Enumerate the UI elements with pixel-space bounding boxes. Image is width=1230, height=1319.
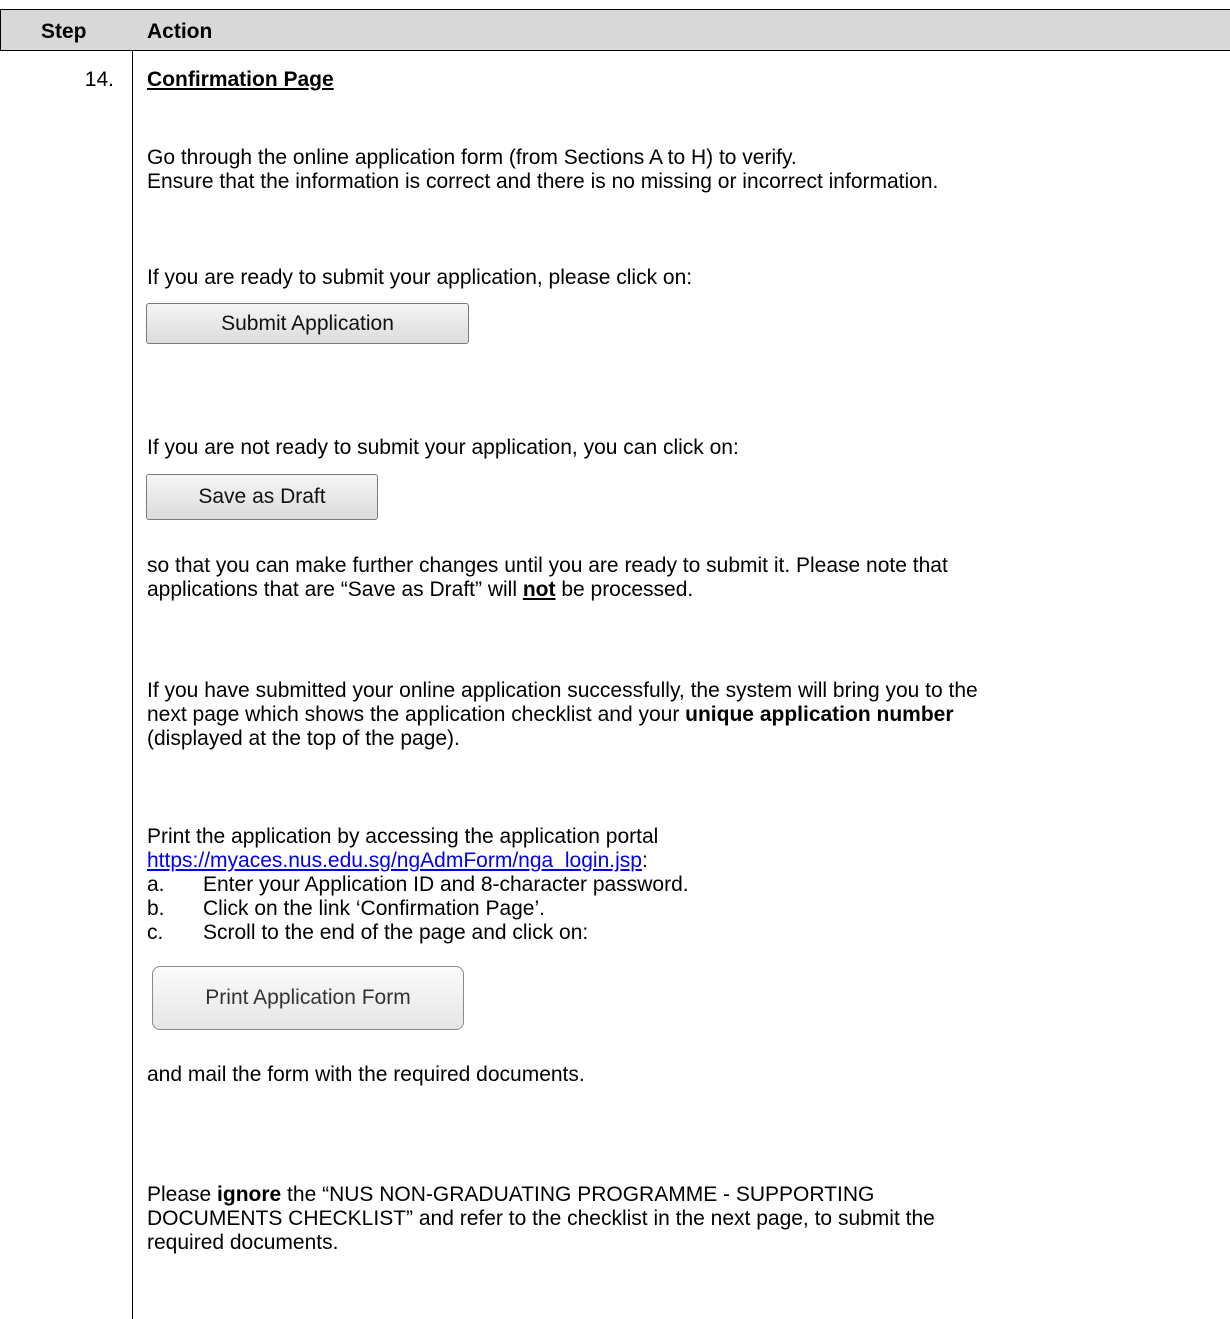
header-step: Step bbox=[41, 20, 87, 43]
list-item: c. Scroll to the end of the page and clic… bbox=[147, 921, 588, 945]
list-text: Enter your Application ID and 8-characte… bbox=[203, 873, 689, 896]
print-intro-line: Print the application by accessing the a… bbox=[147, 825, 659, 848]
column-divider bbox=[132, 9, 133, 1319]
step-number: 14. bbox=[84, 68, 114, 91]
not-ready-text: If you are not ready to submit your appl… bbox=[147, 436, 739, 459]
draft-note-line-2-post: be processed. bbox=[555, 578, 694, 601]
list-marker: a. bbox=[147, 873, 165, 896]
ready-submit-text: If you are ready to submit your applicat… bbox=[147, 266, 693, 289]
verify-text: Go through the online application form (… bbox=[147, 146, 1217, 194]
submit-application-button[interactable]: Submit Application bbox=[146, 303, 469, 344]
verify-line-1: Go through the online application form (… bbox=[147, 146, 797, 169]
ignore-checklist-text: Please ignore the “NUS NON-GRADUATING PR… bbox=[147, 1183, 1217, 1255]
draft-note-text: so that you can make further changes unt… bbox=[147, 554, 1217, 602]
ignore-line-2: DOCUMENTS CHECKLIST” and refer to the ch… bbox=[147, 1207, 935, 1230]
portal-link-suffix: : bbox=[641, 849, 648, 872]
ignore-emphasis: ignore bbox=[217, 1183, 282, 1206]
list-marker: c. bbox=[147, 921, 164, 944]
draft-note-line-1: so that you can make further changes unt… bbox=[147, 554, 948, 577]
print-application-form-button[interactable]: Print Application Form bbox=[152, 966, 464, 1030]
header-action: Action bbox=[147, 20, 213, 43]
save-as-draft-button[interactable]: Save as Draft bbox=[146, 474, 378, 520]
list-marker: b. bbox=[147, 897, 165, 920]
list-item: b. Click on the link ‘Confirmation Page’. bbox=[147, 897, 545, 921]
submitted-line-3: (displayed at the top of the page). bbox=[147, 727, 460, 750]
ignore-pre: Please bbox=[147, 1183, 218, 1206]
mail-form-text: and mail the form with the required docu… bbox=[147, 1063, 585, 1086]
ignore-line-3: required documents. bbox=[147, 1231, 339, 1254]
unique-application-number-emphasis: unique application number bbox=[685, 703, 954, 726]
header-bottom-border bbox=[0, 50, 1230, 51]
verify-line-2: Ensure that the information is correct a… bbox=[147, 170, 939, 193]
submitted-line-2-pre: next page which shows the application ch… bbox=[147, 703, 686, 726]
draft-note-line-2-pre: applications that are “Save as Draft” wi… bbox=[147, 578, 523, 601]
print-intro-text: Print the application by accessing the a… bbox=[147, 825, 1217, 873]
list-text: Click on the link ‘Confirmation Page’. bbox=[203, 897, 545, 920]
section-title: Confirmation Page bbox=[147, 68, 334, 91]
ignore-post: the “NUS NON-GRADUATING PROGRAMME - SUPP… bbox=[281, 1183, 875, 1206]
submitted-text: If you have submitted your online applic… bbox=[147, 679, 1217, 751]
list-item: a. Enter your Application ID and 8-charac… bbox=[147, 873, 689, 897]
list-text: Scroll to the end of the page and click … bbox=[203, 921, 589, 944]
instruction-table: Step Action 14. Confirmation Page Go thr… bbox=[0, 0, 1230, 1319]
submitted-line-1: If you have submitted your online applic… bbox=[147, 679, 978, 702]
application-portal-link[interactable]: https://myaces.nus.edu.sg/ngAdmForm/nga_… bbox=[147, 849, 642, 872]
draft-note-not-emphasis: not bbox=[522, 578, 556, 601]
